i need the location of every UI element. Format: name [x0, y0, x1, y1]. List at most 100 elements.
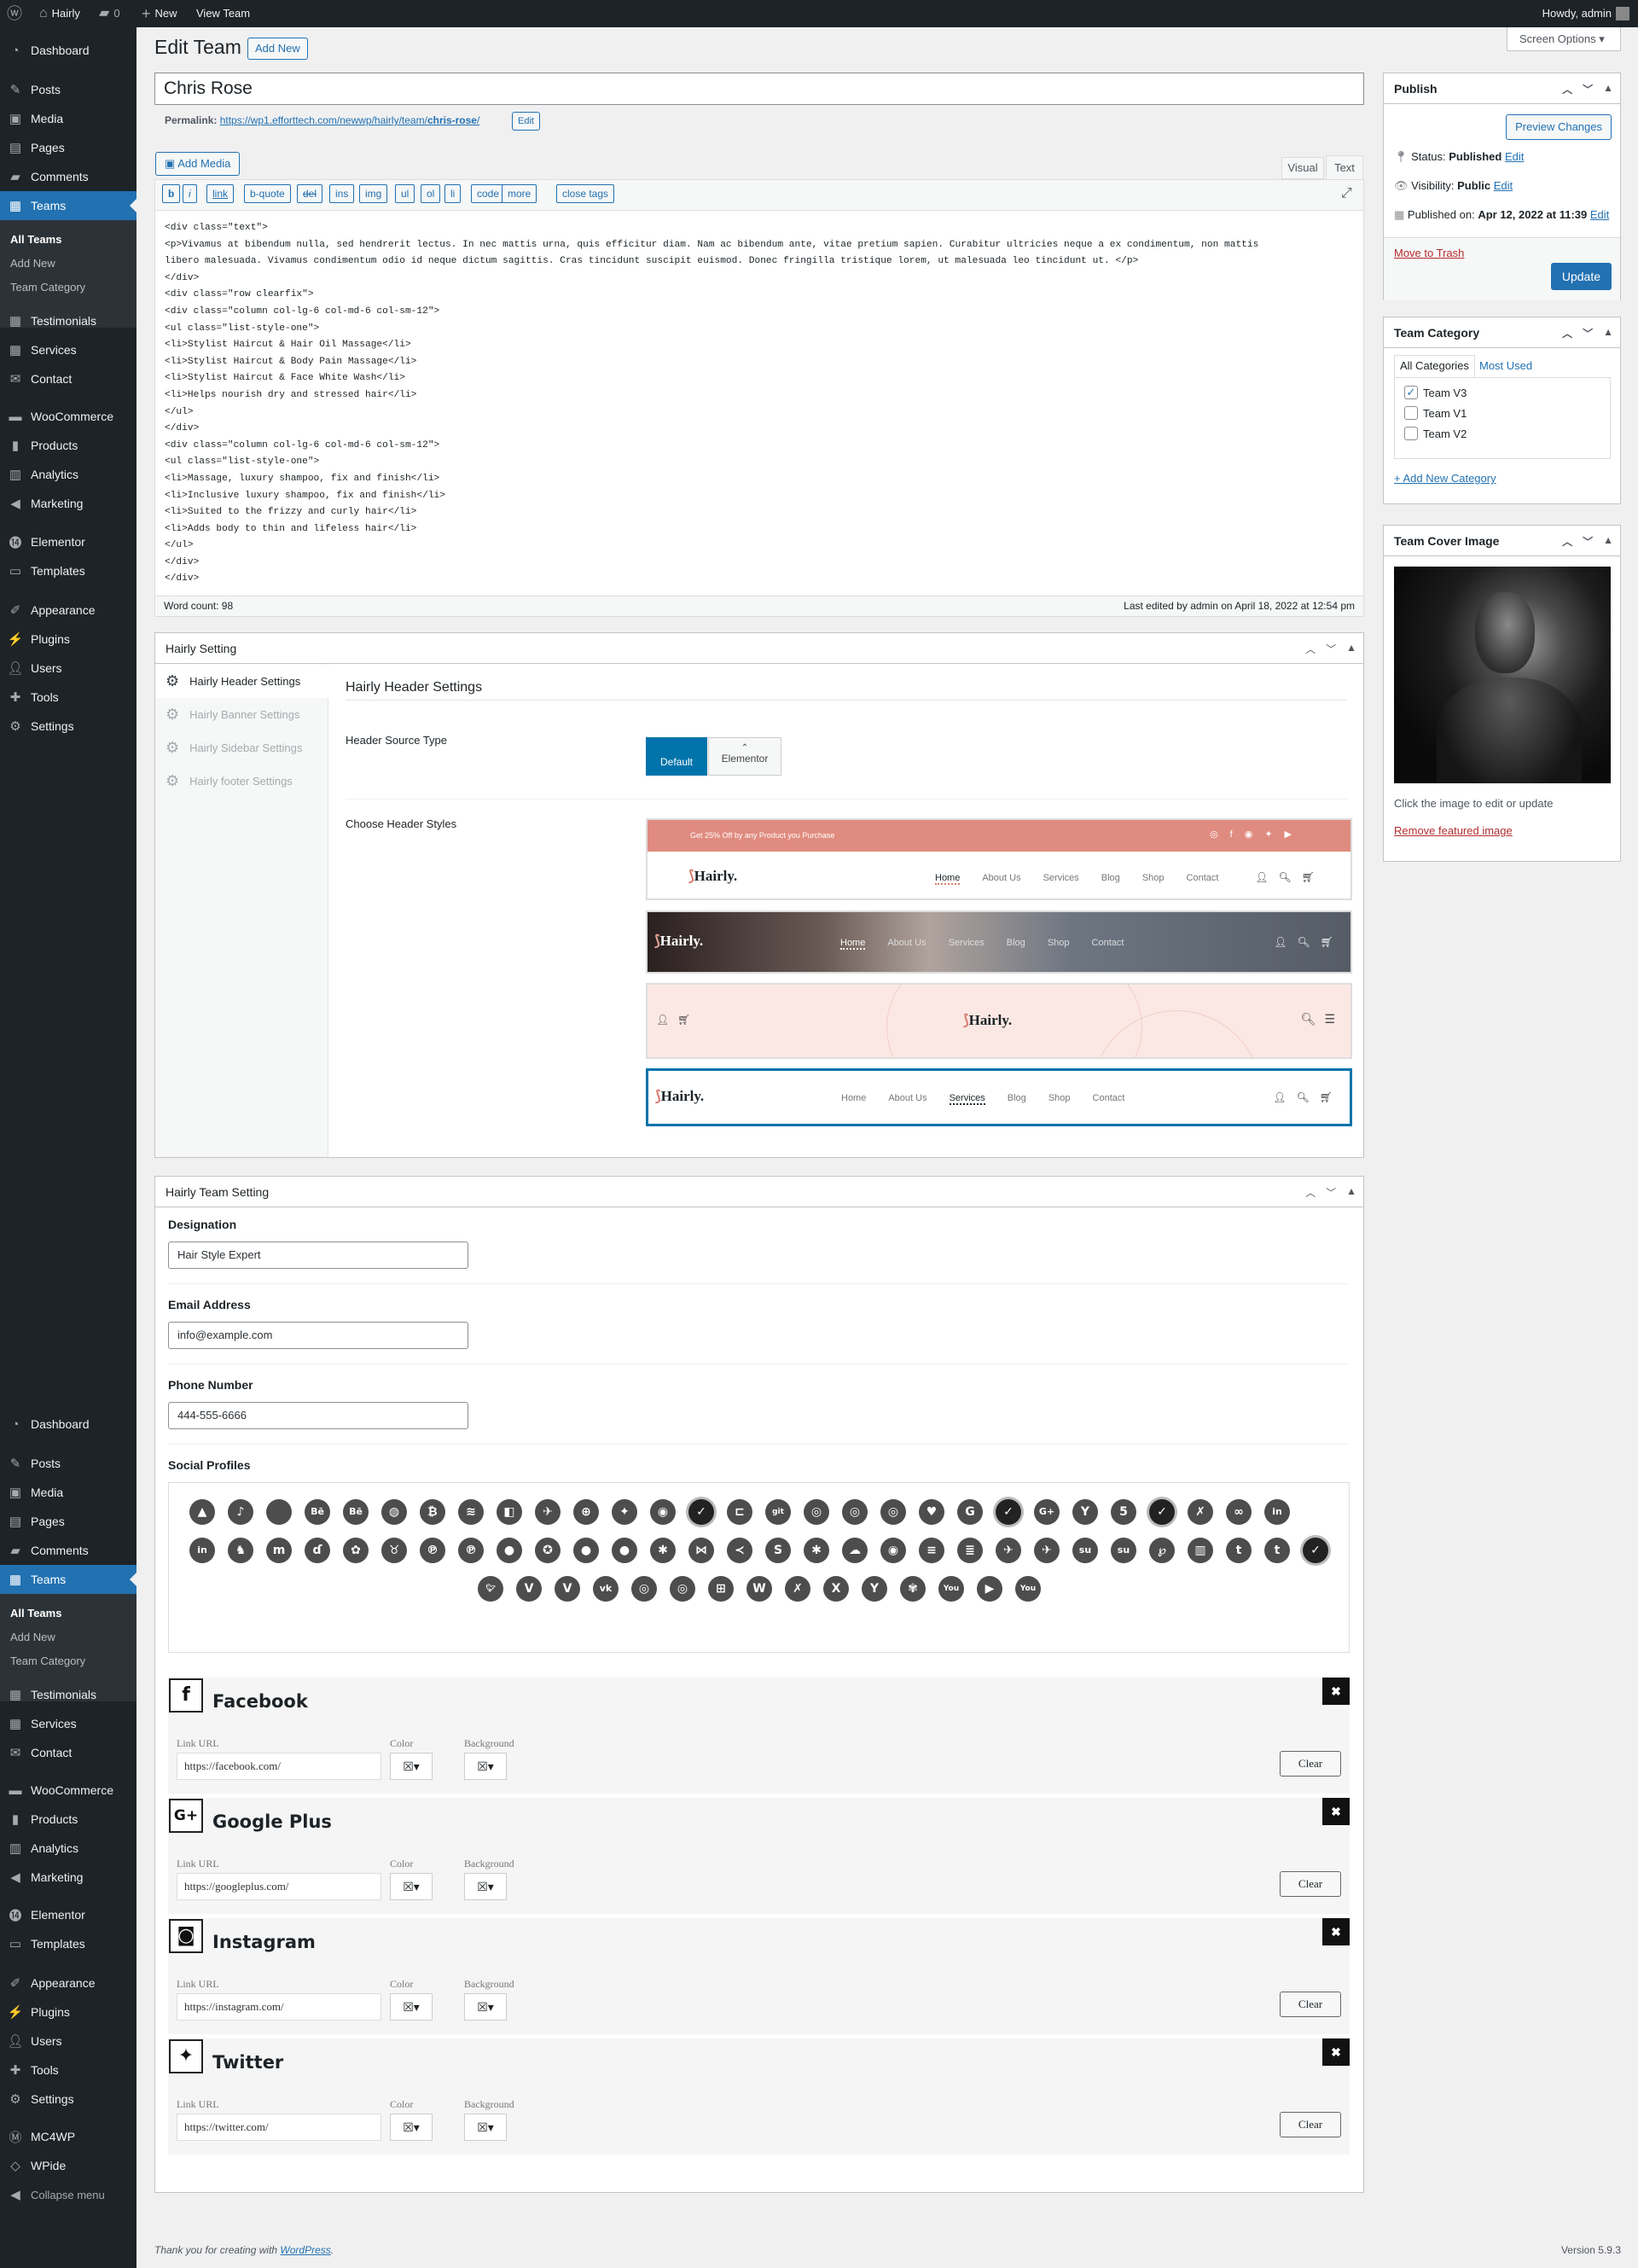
menu-woocommerce[interactable]: ▬ WooCommerce [0, 1776, 136, 1805]
social-option-icon[interactable]: Bē [343, 1499, 369, 1525]
menu-appearance[interactable]: ✐ Appearance [0, 596, 136, 625]
toggle-icon[interactable]: ▲ [1603, 326, 1613, 340]
add-media-button[interactable]: ▣ Add Media [155, 152, 241, 176]
status-edit-link[interactable]: Edit [1505, 150, 1524, 163]
add-new-button[interactable]: Add New [247, 38, 308, 60]
social-option-icon[interactable]: Bē [305, 1499, 330, 1525]
toggle-icon[interactable]: ▲ [1603, 82, 1613, 96]
menu-analytics[interactable]: ▥ Analytics [0, 1834, 136, 1863]
clear-button[interactable]: Clear [1280, 1992, 1341, 2017]
social-option-icon[interactable]: ▥ [1188, 1538, 1213, 1563]
view-team-link[interactable]: View Team [196, 0, 250, 27]
screen-options-button[interactable]: Screen Options ▾ [1507, 27, 1621, 51]
menu-plugins[interactable]: ⚡ Plugins [0, 1998, 136, 2027]
social-option-icon[interactable]: S [765, 1538, 791, 1563]
social-option-icon[interactable]: ℗ [420, 1538, 445, 1563]
color-picker[interactable]: ☒▾ [390, 1993, 433, 2021]
social-option-icon[interactable]: W [746, 1576, 772, 1602]
menu-appearance[interactable]: ✐ Appearance [0, 1969, 136, 1998]
wordpress-link[interactable]: WordPress [280, 2244, 330, 2256]
remove-profile-button[interactable]: ✖ [1322, 1678, 1350, 1705]
quicktag-del-button[interactable]: del [297, 184, 323, 203]
social-option-icon[interactable]: V [516, 1576, 542, 1602]
clear-button[interactable]: Clear [1280, 1751, 1341, 1777]
menu-settings[interactable]: ⚙ Settings [0, 712, 136, 741]
menu-analytics[interactable]: ▥ Analytics [0, 460, 136, 489]
quicktag-b-button[interactable]: b [162, 184, 181, 203]
header-style-3[interactable]: 👤︎🛒︎ ⟆Hairly. 🔍︎☰ [646, 983, 1352, 1059]
menu-dashboard[interactable]: ◔ Dashboard [0, 1410, 136, 1439]
category-item[interactable]: Team V1 [1404, 406, 1467, 420]
remove-featured-image-link[interactable]: Remove featured image [1394, 824, 1513, 837]
link-url-input[interactable]: https://googleplus.com/ [177, 1873, 381, 1900]
category-item[interactable]: Team V2 [1404, 427, 1467, 440]
menu-plugins[interactable]: ⚡ Plugins [0, 625, 136, 654]
menu-tools[interactable]: ✚ Tools [0, 2056, 136, 2085]
chevron-up-icon[interactable]: ︿ [1562, 326, 1572, 340]
quicktag-i-button[interactable]: i [183, 184, 197, 203]
social-option-icon[interactable]: Y [1072, 1499, 1098, 1525]
social-option-icon[interactable]: ✿ [343, 1538, 369, 1563]
menu-comments[interactable]: ▰ Comments [0, 1536, 136, 1565]
social-option-icon[interactable]: 🐦︎ [478, 1576, 503, 1602]
link-url-input[interactable]: https://twitter.com/ [177, 2114, 381, 2141]
social-option-icon[interactable]: You [938, 1576, 964, 1602]
menu-tools[interactable]: ✚ Tools [0, 683, 136, 712]
chevron-down-icon[interactable]: ﹀ [1583, 534, 1593, 549]
social-option-icon[interactable]: ♪ [228, 1499, 253, 1525]
chevron-up-icon[interactable]: ︿ [1305, 642, 1316, 656]
social-option-icon[interactable]: ◍ [381, 1499, 407, 1525]
collapse-menu-button[interactable]: ◀ Collapse menu [0, 2180, 136, 2209]
social-option-icon[interactable]: ◎ [880, 1499, 906, 1525]
tab-visual[interactable]: Visual [1281, 157, 1324, 179]
designation-input[interactable]: Hair Style Expert [168, 1242, 468, 1269]
menu-wpide[interactable]: ◇ WPide [0, 2151, 136, 2180]
social-option-icon[interactable]: ✱ [650, 1538, 676, 1563]
wordpress-logo-icon[interactable]: ⓦ [7, 0, 22, 27]
editor-textarea[interactable]: <div class="text"> <p>Vivamus at bibendum… [165, 220, 1368, 588]
social-option-icon[interactable] [266, 1499, 292, 1525]
chevron-up-icon[interactable]: ︿ [1562, 534, 1572, 549]
social-option-icon[interactable]: ✓ [996, 1499, 1021, 1525]
social-option-icon[interactable]: ℗ [458, 1538, 484, 1563]
menu-teams[interactable]: ▦ Teams [0, 1565, 136, 1594]
menu-pages[interactable]: ▤ Pages [0, 133, 136, 162]
social-option-icon[interactable]: ✦ [612, 1499, 637, 1525]
checkbox[interactable] [1404, 406, 1418, 420]
quicktag-link-button[interactable]: link [206, 184, 235, 203]
submenu-all-teams[interactable]: All Teams [0, 1602, 136, 1625]
clear-button[interactable]: Clear [1280, 2112, 1341, 2137]
source-elementor-button[interactable]: ⌃ Elementor [708, 737, 781, 776]
menu-pages[interactable]: ▤ Pages [0, 1507, 136, 1536]
social-option-icon[interactable]: ⊞ [708, 1576, 734, 1602]
social-option-icon[interactable]: ▲ [189, 1499, 215, 1525]
social-option-icon[interactable]: ≡ [919, 1538, 944, 1563]
social-option-icon[interactable]: vk [593, 1576, 619, 1602]
menu-comments[interactable]: ▰ Comments [0, 162, 136, 191]
social-option-icon[interactable]: m [266, 1538, 292, 1563]
toggle-icon[interactable]: ▲ [1603, 534, 1613, 549]
menu-mc4wp[interactable]: Ⓜ MC4WP [0, 2122, 136, 2151]
quicktag-more-button[interactable]: more [502, 184, 537, 203]
header-style-1[interactable]: Get 25% Off by any Product you Purchase … [646, 818, 1352, 900]
background-picker[interactable]: ☒▾ [464, 2114, 507, 2141]
social-option-icon[interactable]: ◎ [670, 1576, 695, 1602]
social-option-icon[interactable]: t [1226, 1538, 1252, 1563]
social-option-icon[interactable]: ⊏ [727, 1499, 752, 1525]
social-option-icon[interactable]: ≋ [458, 1499, 484, 1525]
social-option-icon[interactable]: V [555, 1576, 580, 1602]
remove-profile-button[interactable]: ✖ [1322, 2038, 1350, 2066]
link-url-input[interactable]: https://facebook.com/ [177, 1753, 381, 1780]
social-option-icon[interactable]: ⊕ [573, 1499, 599, 1525]
submenu-team-category[interactable]: Team Category [0, 276, 136, 299]
visibility-edit-link[interactable]: Edit [1494, 179, 1513, 192]
social-option-icon[interactable]: in [1264, 1499, 1290, 1525]
social-option-icon[interactable]: ♉ [381, 1538, 407, 1563]
social-option-icon[interactable]: ✓ [688, 1499, 714, 1525]
menu-dashboard[interactable]: ◔ Dashboard [0, 36, 136, 65]
remove-profile-button[interactable]: ✖ [1322, 1918, 1350, 1945]
date-edit-link[interactable]: Edit [1590, 208, 1609, 221]
quicktag-close-tags-button[interactable]: close tags [556, 184, 615, 203]
header-style-2[interactable]: ⟆Hairly. Home About Us Services Blog Shop Con… [646, 910, 1352, 974]
menu-services[interactable]: ▦ Services [0, 1709, 136, 1738]
